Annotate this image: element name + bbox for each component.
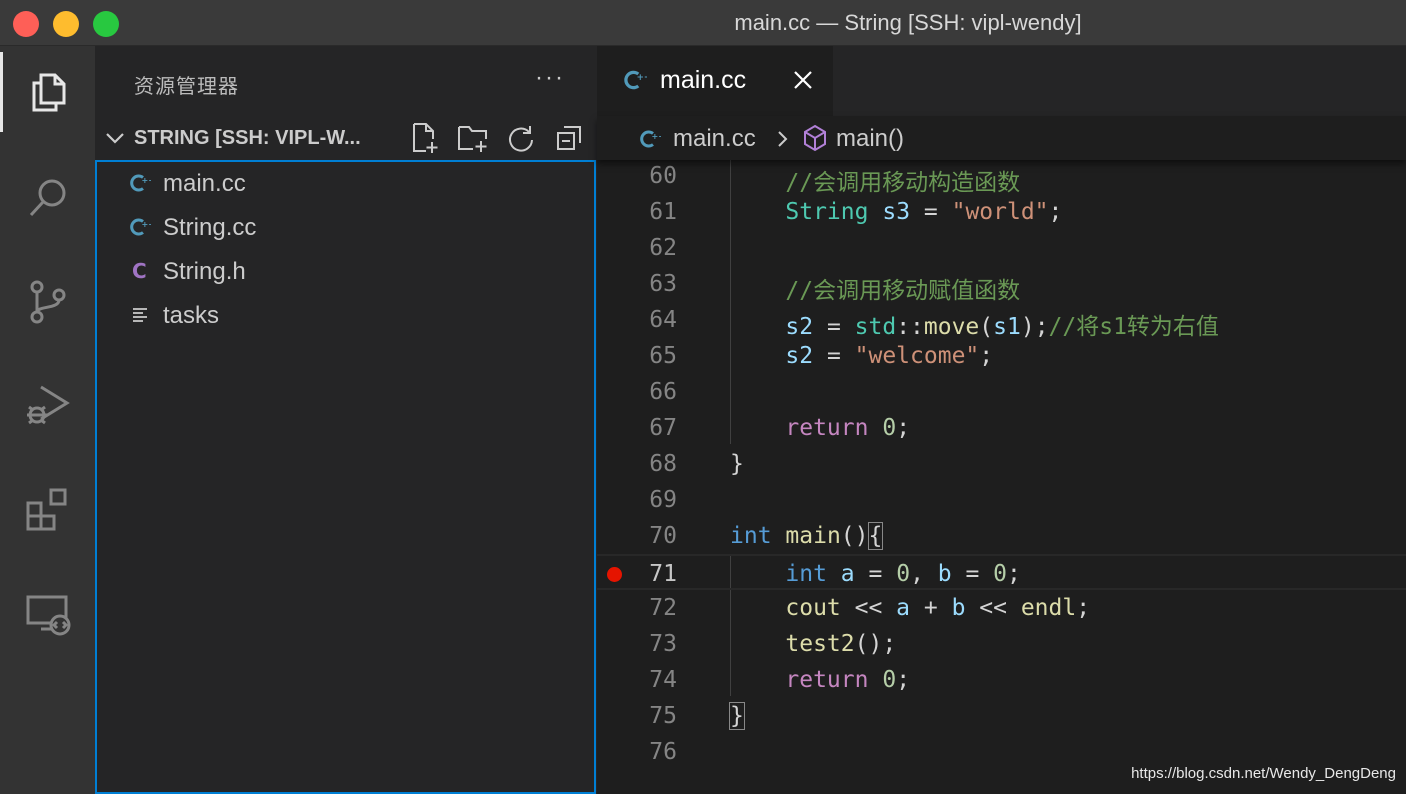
cpp-icon: ++ (130, 174, 152, 192)
file-item-string-cc[interactable]: ++ String.cc (97, 206, 594, 250)
code-line-69[interactable]: 69 (597, 482, 1406, 518)
tab-label: main.cc (660, 66, 747, 94)
svg-text:++: ++ (637, 73, 647, 83)
breadcrumb-symbol[interactable]: main() (836, 125, 904, 153)
line-number: 64 (649, 307, 677, 333)
file-tree: ++ main.cc ++ String.cc C String.h tasks (95, 160, 596, 794)
remote-explorer-icon[interactable] (0, 574, 95, 654)
editor-tab-bar: ++ main.cc (597, 46, 1406, 116)
file-name: main.cc (163, 170, 246, 197)
file-item-string-h[interactable]: C String.h (97, 250, 594, 294)
search-icon[interactable] (0, 158, 95, 238)
cpp-icon: ++ (624, 70, 647, 90)
line-number: 65 (649, 343, 677, 369)
line-number: 71 (649, 561, 677, 587)
code-text: s2 = "welcome"; (785, 343, 994, 369)
code-line-65[interactable]: 65 s2 = "welcome"; (597, 338, 1406, 374)
line-number: 69 (649, 487, 677, 513)
run-debug-icon[interactable] (0, 366, 95, 446)
folder-header[interactable]: STRING [SSH: VIPL-W... (95, 118, 597, 158)
cpp-icon: ++ (640, 130, 662, 148)
code-text: s2 = std::move(s1);//将s1转为右值 (785, 314, 1219, 340)
code-text: test2(); (785, 631, 897, 657)
line-number: 70 (649, 523, 677, 549)
explorer-icon[interactable] (0, 52, 95, 132)
breadcrumb-file[interactable]: main.cc (673, 125, 756, 153)
line-number: 62 (649, 235, 677, 261)
code-text: //会调用移动赋值函数 (730, 278, 1021, 304)
extensions-icon[interactable] (0, 470, 95, 550)
code-text: return 0; (785, 667, 911, 693)
title-bar: main.cc — String [SSH: vipl-wendy] (0, 0, 1406, 46)
code-line-66[interactable]: 66 (597, 374, 1406, 410)
code-line-73[interactable]: 73 test2(); (597, 626, 1406, 662)
line-number: 75 (649, 703, 677, 729)
file-item-main-cc[interactable]: ++ main.cc (97, 162, 594, 206)
code-text: String s3 = "world"; (785, 199, 1063, 225)
c-header-icon: C (132, 259, 147, 283)
code-line-64[interactable]: 64 s2 = std::move(s1);//将s1转为右值 (597, 302, 1406, 340)
svg-text:++: ++ (142, 176, 152, 185)
activity-bar (0, 46, 95, 794)
line-number: 72 (649, 595, 677, 621)
line-number: 73 (649, 631, 677, 657)
close-icon[interactable] (793, 70, 813, 90)
window-title: main.cc — String [SSH: vipl-wendy] (734, 10, 1082, 35)
source-control-icon[interactable] (0, 262, 95, 342)
code-line-72[interactable]: 72 cout << a + b << endl; (597, 590, 1406, 626)
watermark: https://blog.csdn.net/Wendy_DengDeng (1131, 765, 1396, 782)
svg-text:++: ++ (652, 132, 662, 141)
file-name: String.h (163, 258, 246, 285)
explorer-sidebar: 资源管理器 ··· STRING [SSH: VIPL-W... ++ main… (95, 46, 597, 794)
more-actions-button[interactable]: ··· (535, 64, 565, 92)
code-line-60[interactable]: 60 //会调用移动构造函数 (597, 158, 1406, 196)
code-text: } (730, 451, 744, 477)
code-line-71[interactable]: 71 int a = 0, b = 0; (597, 554, 1406, 590)
code-text: cout << a + b << endl; (785, 595, 1091, 621)
line-number: 63 (649, 271, 677, 297)
code-line-67[interactable]: 67 return 0; (597, 410, 1406, 446)
line-number: 74 (649, 667, 677, 693)
line-number: 68 (649, 451, 677, 477)
code-line-74[interactable]: 74 return 0; (597, 662, 1406, 698)
code-line-63[interactable]: 63 //会调用移动赋值函数 (597, 266, 1406, 304)
sidebar-title: 资源管理器 (134, 76, 239, 98)
code-line-75[interactable]: 75 } (597, 698, 1406, 734)
line-number: 67 (649, 415, 677, 441)
folder-name: STRING [SSH: VIPL-W... (134, 127, 361, 149)
code-line-62[interactable]: 62 (597, 230, 1406, 266)
new-folder-icon[interactable] (457, 122, 489, 154)
new-file-icon[interactable] (409, 122, 441, 154)
method-cube-icon (804, 124, 826, 152)
breadcrumb: ++ main.cc main() (597, 116, 1406, 160)
text-file-icon (133, 308, 147, 322)
code-editor[interactable]: 60 //会调用移动构造函数 61 String s3 = "world"; 6… (597, 158, 1406, 794)
svg-text:++: ++ (142, 220, 152, 229)
file-item-tasks[interactable]: tasks (97, 294, 594, 338)
code-text: //会调用移动构造函数 (730, 170, 1021, 196)
tab-main-cc[interactable]: ++ main.cc (597, 46, 833, 116)
chevron-down-icon (106, 133, 124, 144)
code-text: return 0; (785, 415, 911, 441)
line-number: 76 (649, 739, 677, 765)
code-line-70[interactable]: 70 int main(){ (597, 518, 1406, 554)
code-line-68[interactable]: 68 } (597, 446, 1406, 482)
refresh-icon[interactable] (505, 122, 537, 154)
code-text: int a = 0, b = 0; (785, 561, 1021, 587)
code-text: int main(){ (730, 522, 884, 550)
collapse-all-icon[interactable] (553, 122, 585, 154)
line-number: 60 (649, 163, 677, 189)
chevron-right-icon (778, 131, 788, 147)
cpp-icon: ++ (130, 218, 152, 236)
file-name: tasks (163, 302, 220, 329)
line-number: 66 (649, 379, 677, 405)
file-name: String.cc (163, 214, 257, 241)
code-line-61[interactable]: 61 String s3 = "world"; (597, 194, 1406, 230)
line-number: 61 (649, 199, 677, 225)
code-text: } (729, 702, 745, 730)
